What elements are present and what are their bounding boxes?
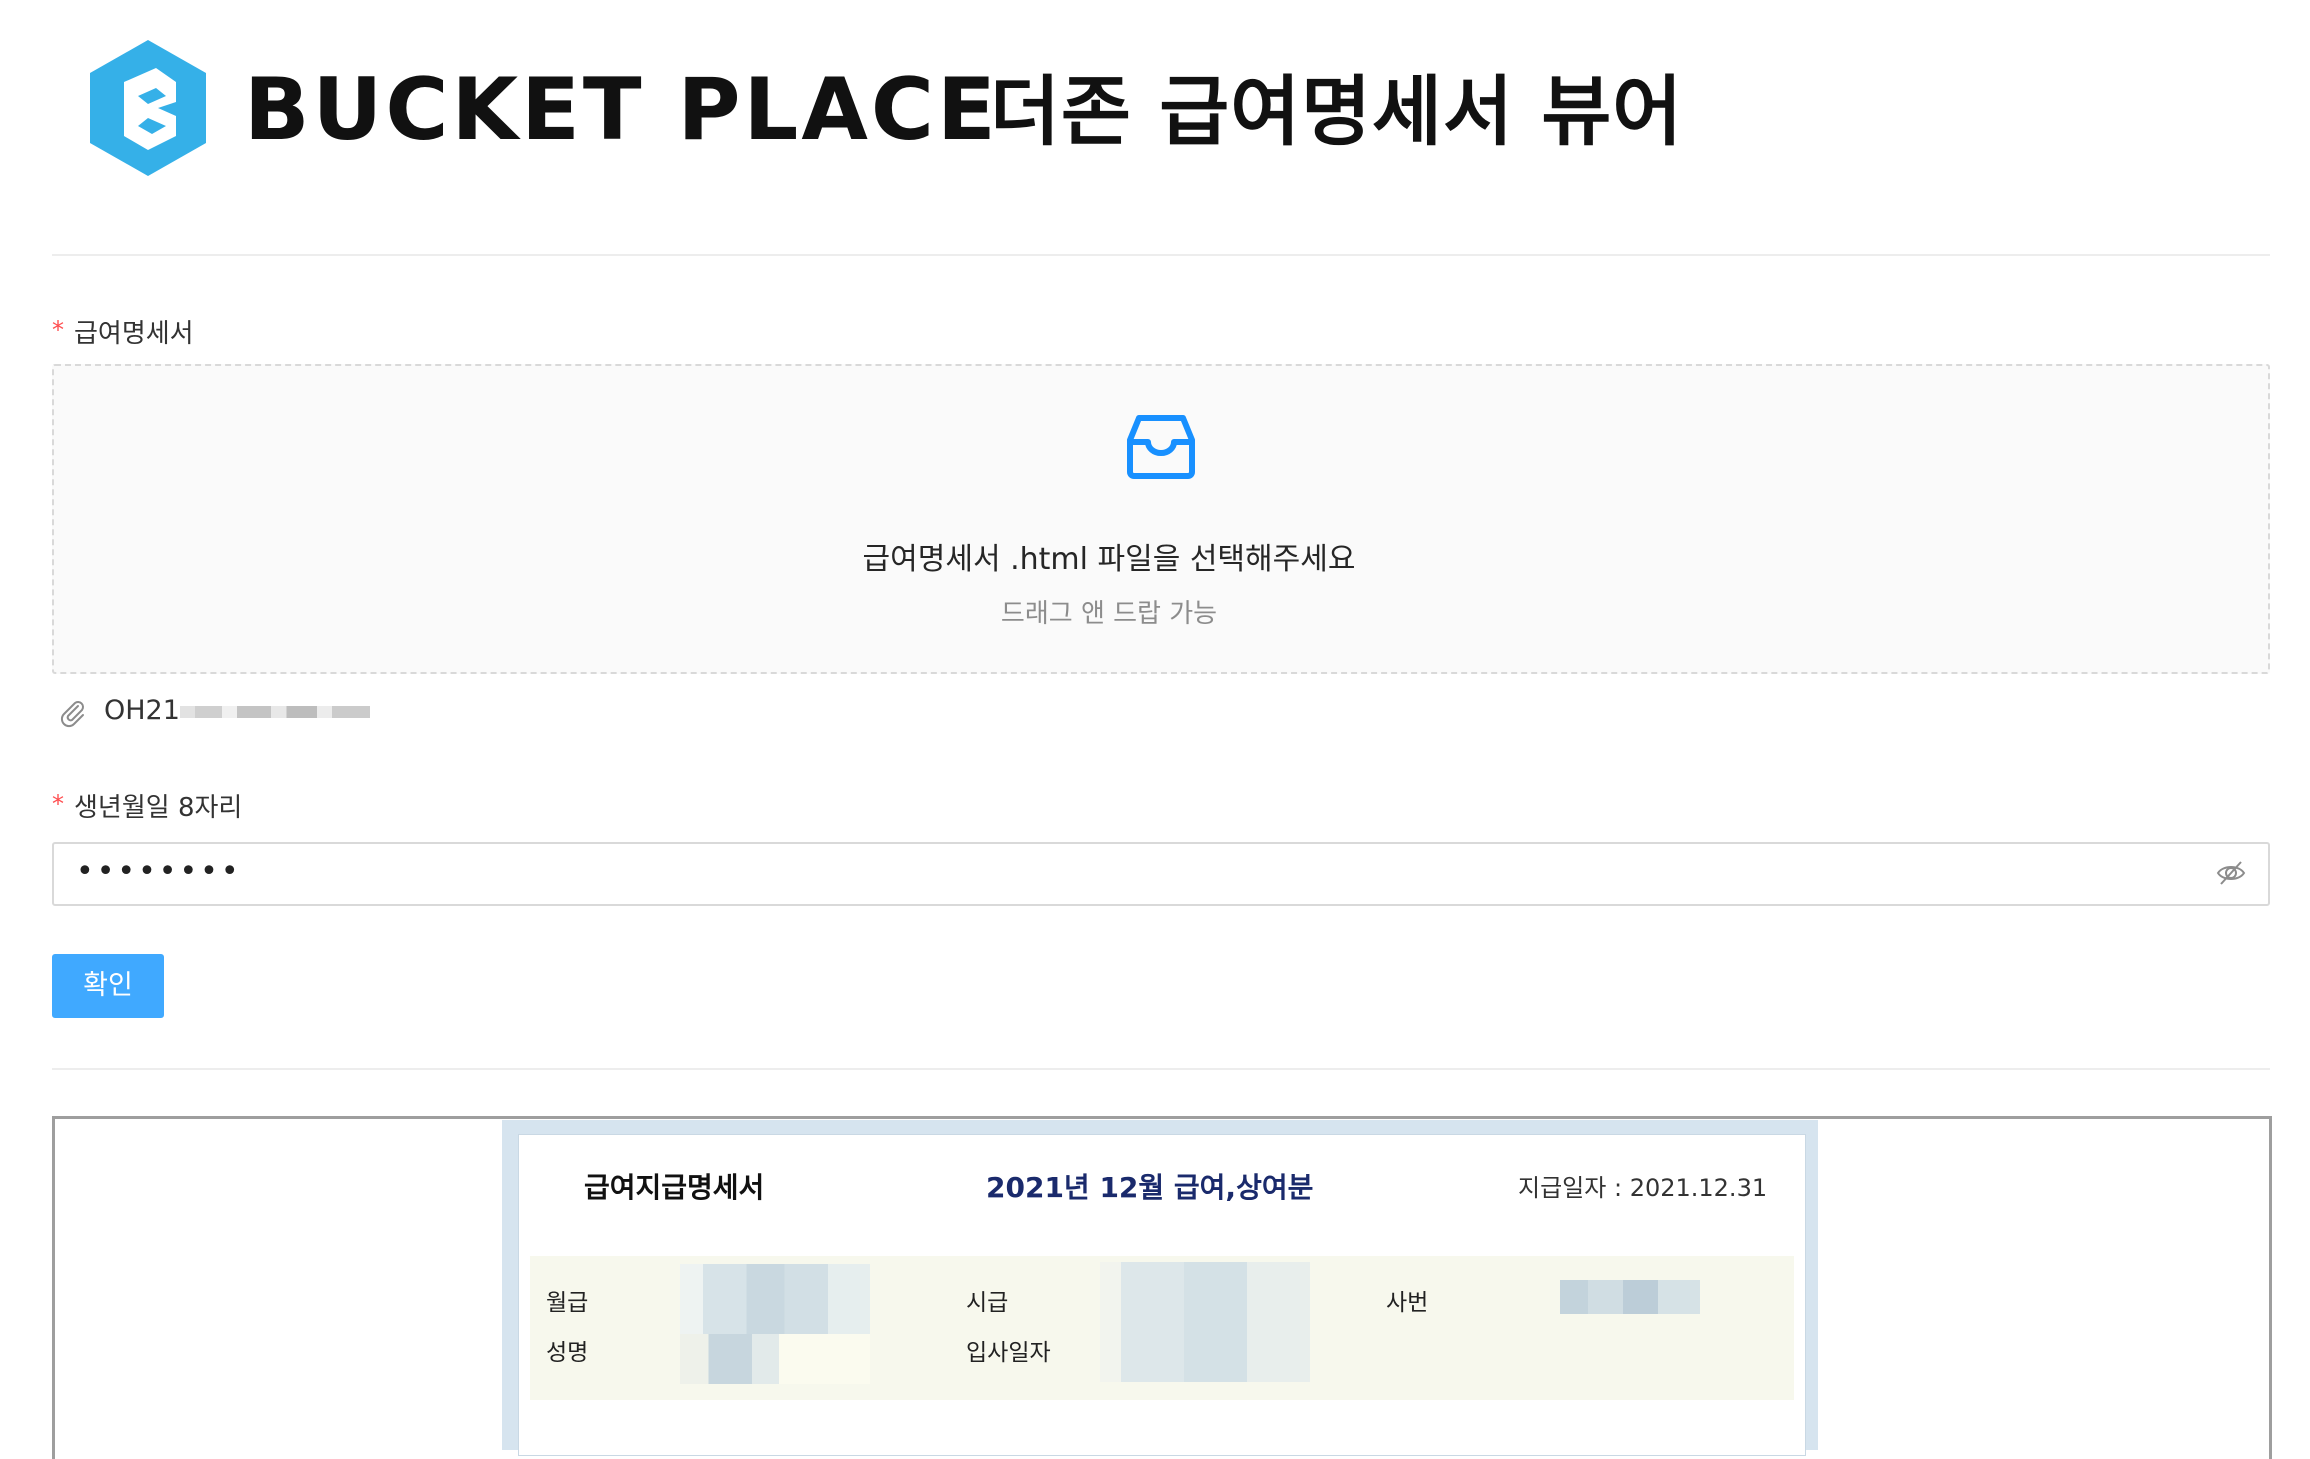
monthly-pay-label: 월급 xyxy=(546,1290,589,1316)
payslip-period: 2021년 12월 급여,상여분 xyxy=(986,1171,1314,1204)
redacted-employee-no xyxy=(1560,1280,1700,1314)
redacted-name xyxy=(680,1334,870,1384)
inbox-icon xyxy=(1127,415,1195,479)
payslip-title: 급여지급명세서 xyxy=(584,1171,765,1204)
name-label: 성명 xyxy=(546,1340,589,1366)
upload-instruction-text: 급여명세서 .html 파일을 선택해주세요 xyxy=(862,542,1356,577)
file-name-visible: OH21 xyxy=(104,695,180,726)
birthdate-masked-value: •••••••• xyxy=(76,854,242,889)
brand-name: BUCKET PLACE xyxy=(244,60,999,160)
required-mark: * xyxy=(52,316,64,344)
attached-file-name[interactable]: OH21 xyxy=(104,692,370,730)
redacted-monthly-pay xyxy=(680,1264,870,1334)
hourly-pay-label: 시급 xyxy=(966,1290,1009,1316)
confirm-button[interactable]: 확인 xyxy=(52,954,164,1018)
app-title: 더존 급여명세서 뷰어 xyxy=(990,67,1684,156)
hire-date-label: 입사일자 xyxy=(966,1340,1051,1366)
birthdate-password-input[interactable] xyxy=(52,842,2270,906)
eye-invisible-icon[interactable] xyxy=(2216,858,2246,888)
payslip-field-label: * 급여명세서 xyxy=(52,312,194,352)
bucketplace-logo-icon xyxy=(90,40,206,176)
blurred-file-name xyxy=(179,705,370,718)
upload-hint-text: 드래그 앤 드랍 가능 xyxy=(1000,599,1218,629)
birthdate-label-text: 생년월일 8자리 xyxy=(74,793,243,823)
form-divider xyxy=(52,1068,2270,1070)
pay-date-label: 지급일자 : xyxy=(1518,1174,1623,1202)
payslip-label-text: 급여명세서 xyxy=(74,319,194,349)
pay-date-value: 2021.12.31 xyxy=(1629,1174,1768,1202)
header-divider xyxy=(52,254,2270,256)
employee-no-label: 사번 xyxy=(1386,1290,1429,1316)
birthdate-field-label: * 생년월일 8자리 xyxy=(52,786,242,826)
required-mark: * xyxy=(52,790,64,818)
redacted-hourly-pay xyxy=(1100,1262,1310,1382)
paperclip-icon xyxy=(60,701,84,728)
payslip-pay-date: 지급일자 : 2021.12.31 xyxy=(1518,1170,1767,1206)
